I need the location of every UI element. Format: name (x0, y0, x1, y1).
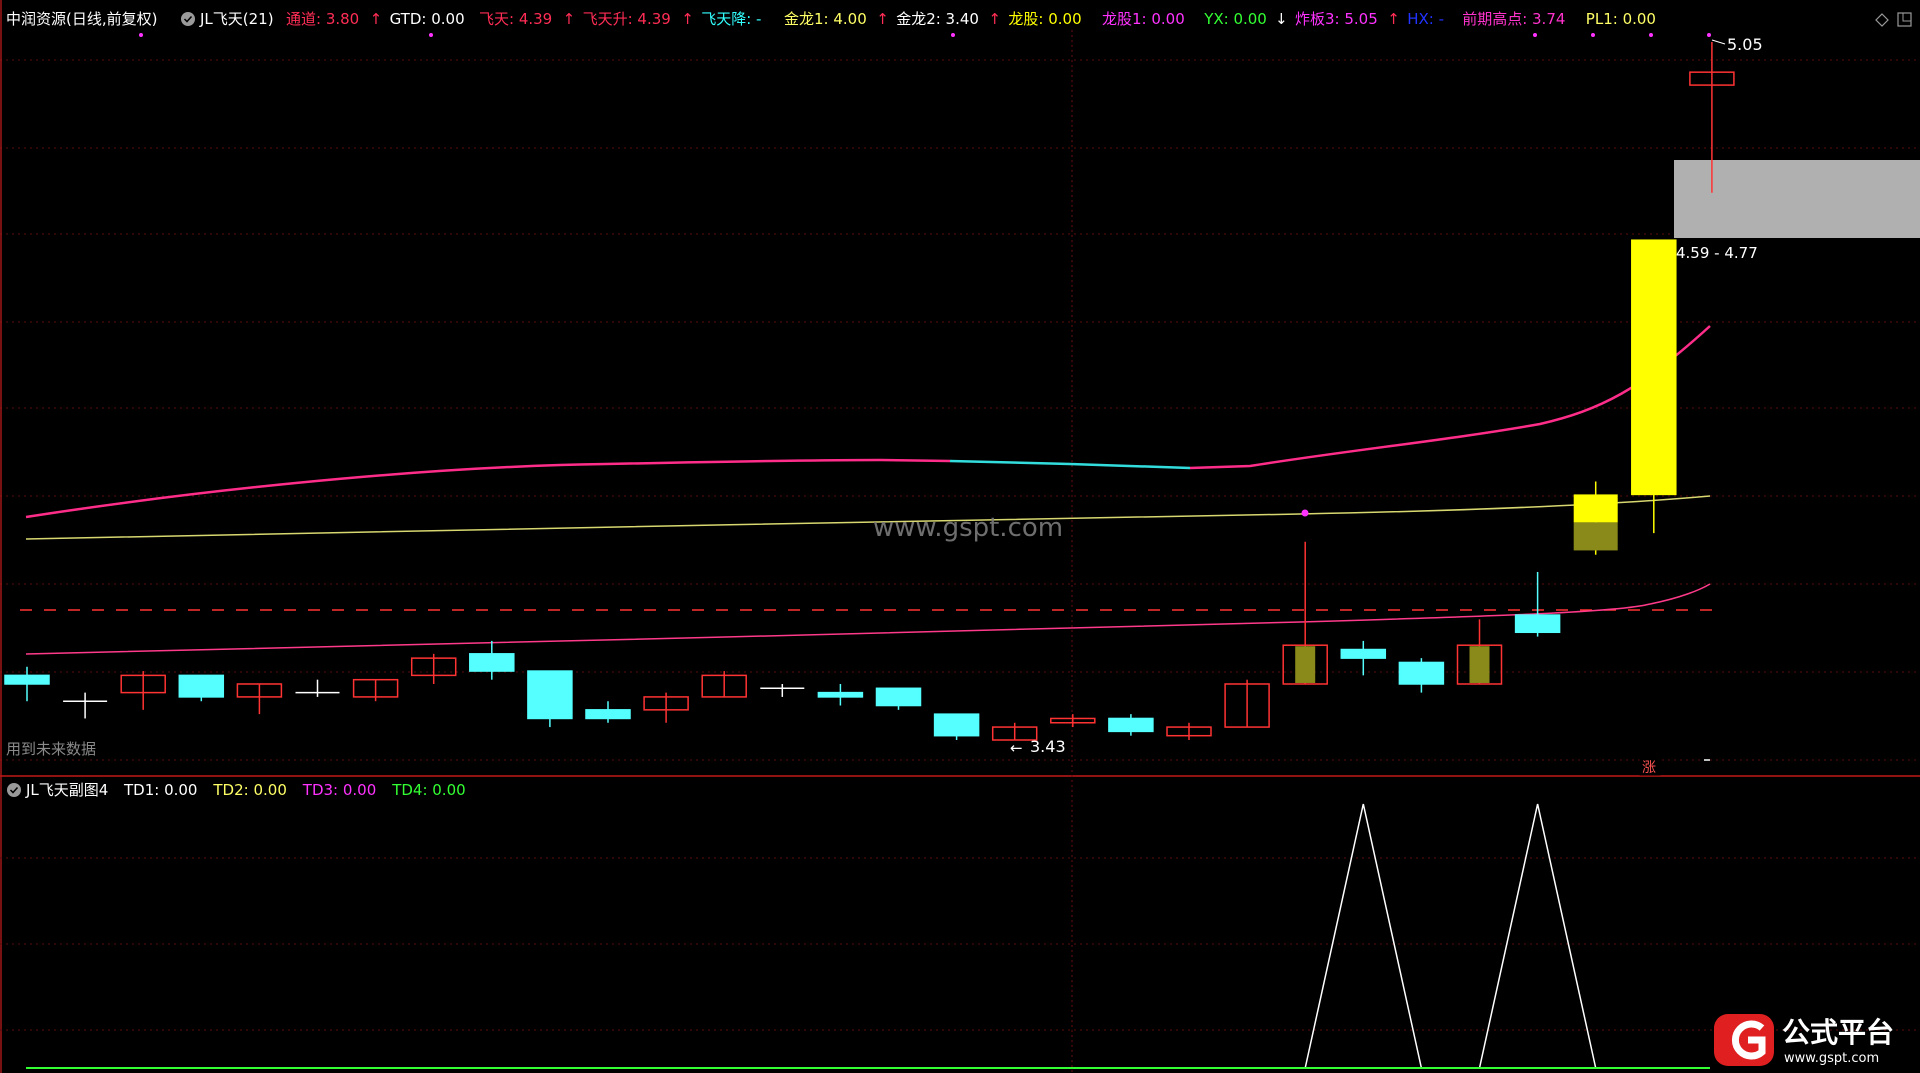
top-dot (429, 33, 433, 37)
legend-item: HX: - (1407, 10, 1444, 28)
arrow-up-icon: ↑ (876, 10, 889, 28)
candle-body-fill (1469, 646, 1490, 683)
legend-item: 飞天: 4.39 (479, 10, 552, 28)
sub-legend-item: TD1: 0.00 (123, 781, 197, 799)
arrow-up-icon: ↑ (563, 10, 576, 28)
top-dot (1707, 33, 1711, 37)
brand-url: www.gspt.com (1784, 1051, 1879, 1066)
watermark: www.gspt.com (873, 513, 1063, 543)
legend-item: YX: 0.00 (1203, 10, 1267, 28)
legend-item: PL1: 0.00 (1586, 10, 1656, 28)
sub-indicator-toggle-icon[interactable] (7, 783, 21, 797)
top-dot (1591, 33, 1595, 37)
candle-body (1340, 648, 1387, 659)
arrow-down-icon: ↓ (1275, 10, 1288, 28)
candle-body (527, 670, 573, 720)
legend-item: 炸板3: 5.05 (1295, 10, 1378, 28)
candle-body (1573, 494, 1618, 523)
candle-body (1398, 661, 1445, 685)
arrow-up-icon: ↑ (370, 10, 383, 28)
legend-item: 龙股1: 0.00 (1102, 10, 1185, 28)
top-dot (139, 33, 143, 37)
sub-legend-item: TD2: 0.00 (212, 781, 286, 799)
signal-dot (1301, 509, 1309, 517)
low-arrow: ← (1010, 739, 1023, 757)
legend-item: 金龙1: 4.00 (784, 10, 867, 28)
sub-indicator-toggle[interactable] (7, 783, 21, 797)
candle-body (933, 713, 980, 737)
zone-label: 4.59 - 4.77 (1676, 244, 1758, 262)
legend-item: GTD: 0.00 (390, 10, 465, 28)
low-price-label: 3.43 (1030, 737, 1066, 756)
legend-item: 通道: 3.80 (286, 10, 359, 28)
top-dot (951, 33, 955, 37)
candle-body (1514, 614, 1561, 634)
candle-body-fill (1295, 646, 1316, 683)
low-marker: ← 3.43 (1010, 737, 1066, 757)
brand-name: 公式平台 (1782, 1016, 1894, 1049)
legend-item: 前期高点: 3.74 (1462, 10, 1565, 28)
resistance-zone (1674, 160, 1920, 238)
legend-item: 金龙2: 3.40 (896, 10, 979, 28)
stock-chart-window: 4.59 - 4.77 5.05 ← 3.43 www.gspt.com 用到未… (0, 0, 1920, 1073)
legend-item: 飞天升: 4.39 (583, 10, 671, 28)
arrow-up-icon: ↑ (1387, 10, 1400, 28)
candle-body (1108, 717, 1154, 733)
high-price-label: 5.05 (1727, 35, 1763, 54)
candle-body (469, 653, 515, 672)
candle-body (178, 674, 225, 698)
arrow-up-icon: ↑ (681, 10, 694, 28)
candle-body (817, 691, 864, 698)
sub-legend-bar: JL飞天副图4 TD1: 0.00 TD2: 0.00 TD3: 0.00 TD4: … (7, 781, 466, 799)
indicator-name: JL飞天(21) (199, 10, 274, 28)
sub-legend-item: TD3: 0.00 (302, 781, 376, 799)
indicator-toggle-icon[interactable] (181, 12, 195, 26)
indicator-toggle[interactable] (181, 12, 195, 26)
top-dot (1649, 33, 1653, 37)
arrow-up-icon: ↑ (988, 10, 1001, 28)
sub-legend-item: TD4: 0.00 (391, 781, 465, 799)
future-data-note: 用到未来数据 (6, 740, 96, 758)
candle-body (1631, 239, 1677, 496)
main-legend-bar: 中润资源(日线,前复权) JL飞天(21) 通道: 3.80 ↑ GTD: 0.00… (6, 10, 1656, 28)
candle-body (1573, 522, 1618, 551)
top-dot (1533, 33, 1537, 37)
candle-body (875, 687, 922, 707)
candle-body (585, 709, 631, 720)
legend-item: 龙股: 0.00 (1008, 10, 1081, 28)
legend-item: 飞天降: - (701, 10, 761, 28)
sub-indicator-name: JL飞天副图4 (25, 781, 108, 799)
brand-logo: 公式平台 www.gspt.com (1714, 1014, 1894, 1066)
candle-body (4, 674, 50, 685)
limit-up-badge: 涨 (1642, 760, 1656, 776)
window-title: 中润资源(日线,前复权) (6, 10, 157, 28)
